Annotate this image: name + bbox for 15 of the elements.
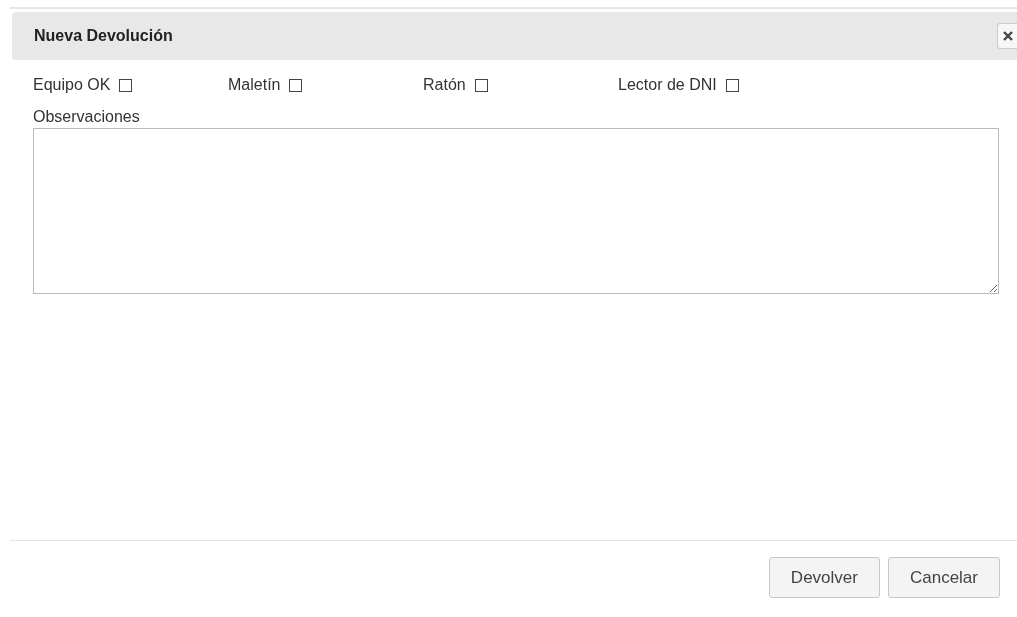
checkbox[interactable] [474, 78, 488, 92]
checkbox-label: Lector de DNI [618, 76, 717, 94]
checkbox-label: Equipo OK [33, 76, 111, 94]
checkbox[interactable] [119, 78, 133, 92]
dialog-title: Nueva Devolución [34, 27, 173, 45]
dialog-button[interactable]: Devolver [768, 557, 880, 598]
notes-field[interactable] [33, 128, 999, 294]
checkbox[interactable] [289, 78, 303, 92]
close-icon [1003, 31, 1013, 41]
field-label: Observaciones [33, 108, 141, 126]
dialog-button[interactable]: Cancelar [887, 557, 1000, 598]
close-button[interactable] [997, 23, 1017, 49]
checkbox-label: Maletín [228, 76, 281, 94]
checkbox[interactable] [725, 78, 739, 92]
checkbox-label: Ratón [423, 76, 466, 94]
